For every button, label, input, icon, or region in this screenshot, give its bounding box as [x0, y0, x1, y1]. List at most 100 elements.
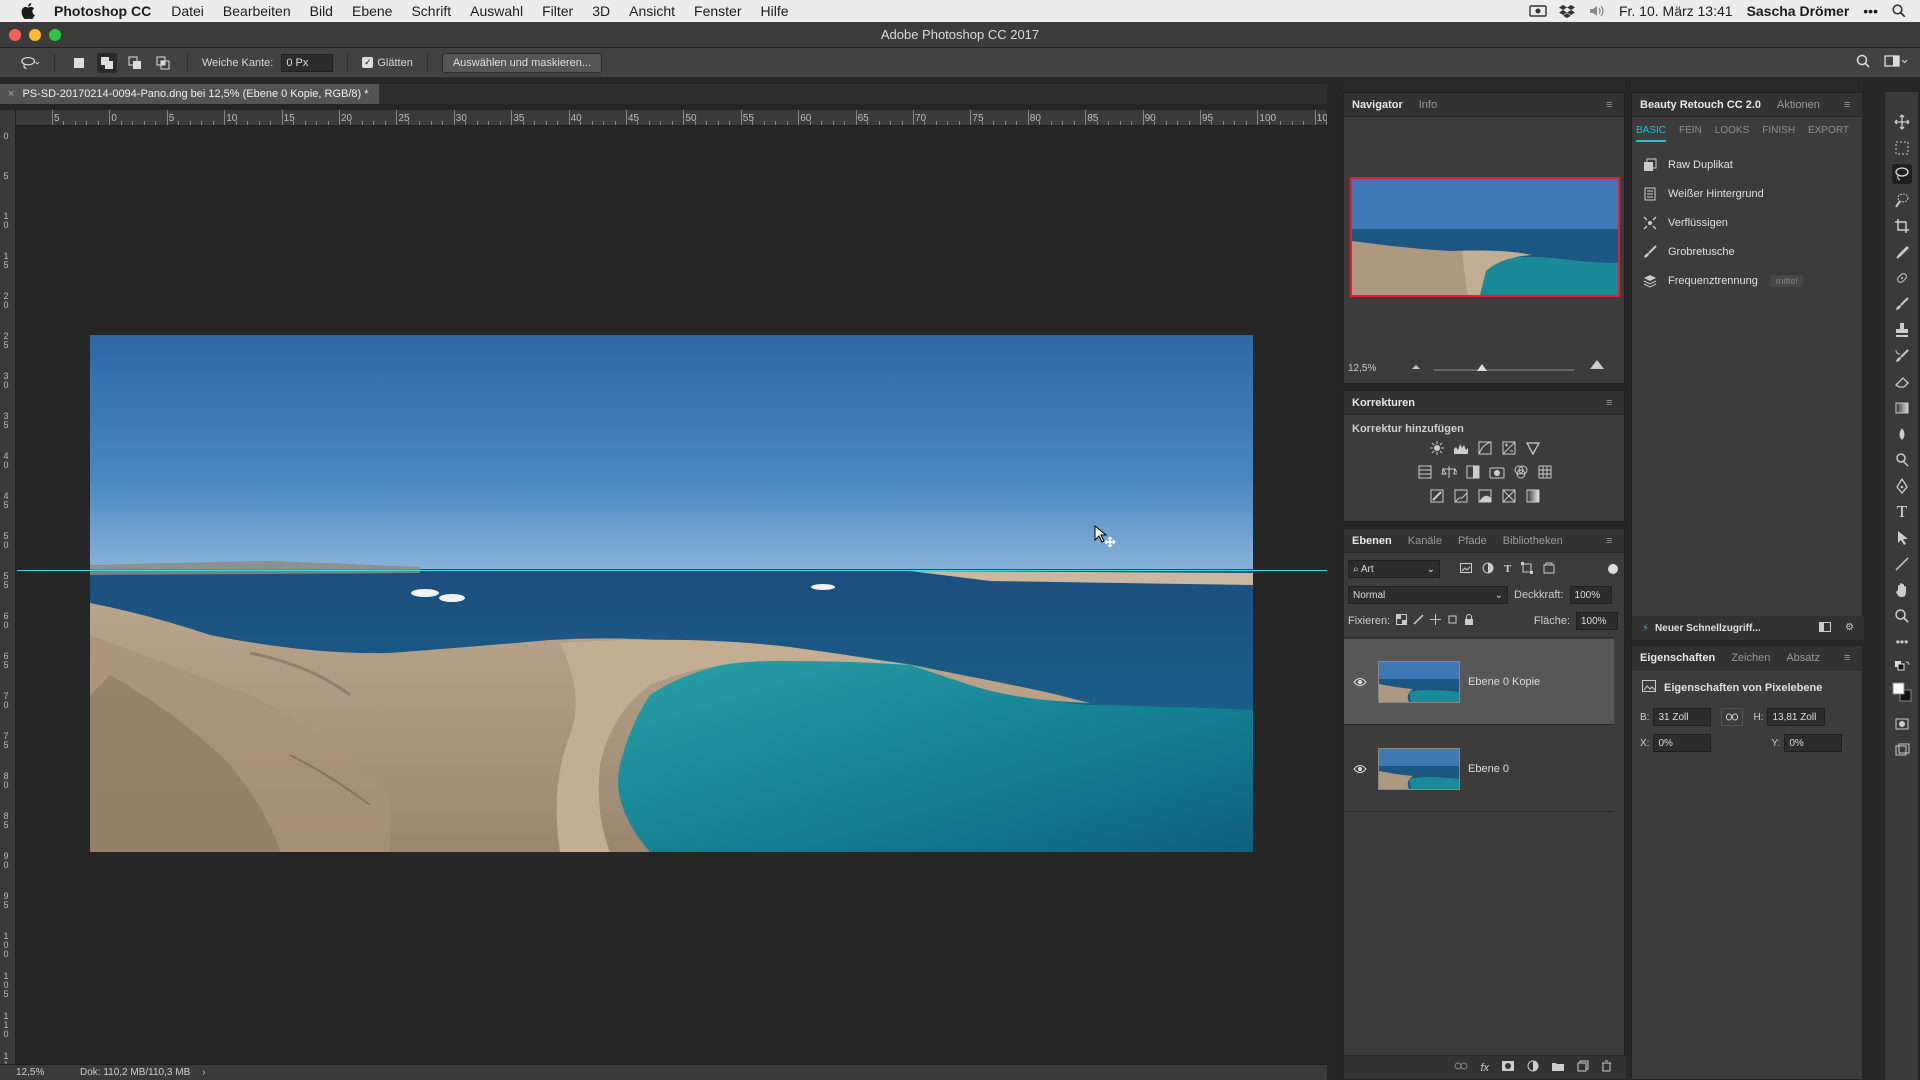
layer-name[interactable]: Ebene 0 [1468, 763, 1509, 775]
menu-ebene[interactable]: Ebene [352, 3, 392, 19]
user-name[interactable]: Sascha Drömer [1747, 3, 1850, 19]
close-tab-icon[interactable]: × [8, 84, 14, 104]
tab-eigenschaften[interactable]: Eigenschaften [1640, 652, 1715, 664]
spotlight-search-icon[interactable] [1892, 4, 1908, 18]
tab-info[interactable]: Info [1419, 99, 1437, 111]
panel-menu-icon[interactable]: ≡ [1606, 535, 1616, 547]
y-input[interactable]: 0% [1784, 734, 1843, 752]
close-window-button[interactable] [9, 29, 21, 41]
zoom-slider-knob[interactable] [1477, 364, 1487, 371]
settings-gear-icon[interactable]: ⚙ [1845, 622, 1854, 635]
lasso-tool-preset-icon[interactable] [20, 53, 40, 73]
zoom-tool-icon[interactable] [1892, 606, 1912, 626]
invert-icon[interactable] [1428, 487, 1446, 505]
action-weisser-hintergrund[interactable]: Weißer Hintergrund [1632, 179, 1862, 208]
menu-schrift[interactable]: Schrift [411, 3, 451, 19]
curves-icon[interactable] [1476, 439, 1494, 457]
dodge-tool-icon[interactable] [1892, 450, 1912, 470]
zoom-out-icon[interactable] [1410, 361, 1422, 374]
exposure-icon[interactable] [1500, 439, 1518, 457]
lasso-tool-icon[interactable] [1892, 164, 1912, 184]
fill-input[interactable]: 100% [1576, 612, 1618, 630]
brightness-contrast-icon[interactable] [1428, 439, 1446, 457]
tab-pfade[interactable]: Pfade [1458, 535, 1487, 547]
subtab-looks[interactable]: LOOKS [1715, 125, 1749, 142]
tab-aktionen[interactable]: Aktionen [1777, 99, 1820, 111]
link-dimensions-icon[interactable] [1721, 708, 1744, 726]
layer-row-ebene-0[interactable]: Ebene 0 [1344, 726, 1614, 812]
action-frequenztrennung[interactable]: Frequenztrennung mittel [1632, 266, 1862, 295]
clock-text[interactable]: Fr. 10. März 13:41 [1619, 3, 1733, 19]
delete-layer-trash-icon[interactable] [1601, 1060, 1612, 1075]
hand-tool-icon[interactable] [1892, 580, 1912, 600]
screen-record-icon[interactable] [1529, 4, 1547, 18]
antialias-checkbox[interactable]: ✓ Glätten [362, 57, 413, 69]
select-and-mask-button[interactable]: Auswählen und maskieren... [441, 52, 602, 73]
link-layers-icon[interactable] [1454, 1061, 1468, 1074]
new-group-folder-icon[interactable] [1551, 1061, 1565, 1075]
panel-menu-icon[interactable]: ≡ [1606, 397, 1616, 409]
status-zoom[interactable]: 12,5% [0, 1067, 62, 1078]
tab-absatz[interactable]: Absatz [1786, 652, 1820, 664]
document-tab[interactable]: × PS-SD-20170214-0094-Pano.dng bei 12,5%… [0, 84, 379, 104]
add-mask-icon[interactable] [1501, 1060, 1515, 1075]
navigator-zoom-value[interactable]: 12,5% [1348, 363, 1376, 374]
collapse-panel-icon[interactable] [1819, 621, 1832, 635]
menu-3d[interactable]: 3D [592, 3, 610, 19]
panorama-image[interactable] [90, 335, 1253, 852]
tab-zeichen[interactable]: Zeichen [1731, 652, 1770, 664]
tab-beauty-retouch[interactable]: Beauty Retouch CC 2.0 [1640, 99, 1761, 111]
subtab-basic[interactable]: BASIC [1636, 125, 1667, 142]
filter-type-icon[interactable]: T [1504, 563, 1511, 575]
subtract-from-selection-icon[interactable] [125, 53, 145, 73]
move-tool-icon[interactable] [1892, 112, 1912, 132]
filter-pixel-icon[interactable] [1460, 562, 1472, 576]
menu-ansicht[interactable]: Ansicht [629, 3, 675, 19]
panel-menu-icon[interactable]: ≡ [1844, 652, 1854, 664]
screen-mode-icon[interactable] [1892, 740, 1912, 760]
tab-navigator[interactable]: Navigator [1352, 99, 1403, 111]
brush-tool-icon[interactable] [1892, 294, 1912, 314]
type-tool-icon[interactable]: T [1892, 502, 1912, 522]
menu-auswahl[interactable]: Auswahl [470, 3, 523, 19]
height-input[interactable]: 13,81 Zoll [1767, 708, 1826, 726]
new-layer-icon[interactable] [1577, 1060, 1589, 1075]
feather-input[interactable] [281, 53, 334, 72]
vibrance-icon[interactable] [1524, 439, 1542, 457]
menu-hilfe[interactable]: Hilfe [761, 3, 789, 19]
eraser-tool-icon[interactable] [1892, 372, 1912, 392]
layer-style-fx-icon[interactable]: fx [1480, 1062, 1489, 1074]
hue-saturation-icon[interactable] [1416, 463, 1434, 481]
quick-access-bar[interactable]: ⚡ Neuer Schnellzugriff... ⚙ [1632, 616, 1864, 640]
marquee-tool-icon[interactable] [1892, 138, 1912, 158]
menu-bild[interactable]: Bild [310, 3, 333, 19]
more-tools-icon[interactable]: ••• [1892, 632, 1912, 652]
lock-transparent-icon[interactable] [1396, 614, 1408, 628]
pen-tool-icon[interactable] [1892, 476, 1912, 496]
action-raw-duplikat[interactable]: Raw Duplikat [1632, 150, 1862, 179]
intersect-selection-icon[interactable] [153, 53, 173, 73]
action-grobretusche[interactable]: Grobretusche [1632, 237, 1862, 266]
x-input[interactable]: 0% [1653, 734, 1712, 752]
panel-menu-icon[interactable]: ≡ [1844, 99, 1854, 111]
search-icon[interactable] [1856, 54, 1870, 71]
menu-app-name[interactable]: Photoshop CC [54, 3, 151, 19]
panel-menu-icon[interactable]: ≡ [1606, 99, 1616, 111]
photo-filter-icon[interactable] [1488, 463, 1506, 481]
healing-brush-tool-icon[interactable] [1892, 268, 1912, 288]
posterize-icon[interactable] [1452, 487, 1470, 505]
filter-adjustment-icon[interactable] [1482, 562, 1494, 577]
vertical-ruler[interactable]: 0 5 10 15 20 25 30 35 40 45 50 55 60 65 70 75 80 85 90 95 10… [0, 110, 16, 1065]
gradient-map-icon[interactable] [1524, 487, 1542, 505]
clone-stamp-tool-icon[interactable] [1892, 320, 1912, 340]
visibility-eye-icon[interactable] [1344, 677, 1376, 687]
navigator-thumbnail[interactable] [1350, 177, 1620, 297]
lock-position-icon[interactable] [1430, 614, 1442, 628]
status-arrow-icon[interactable]: › [202, 1067, 205, 1078]
zoom-window-button[interactable] [49, 29, 61, 41]
adjustments-title[interactable]: Korrekturen [1352, 397, 1415, 409]
new-selection-icon[interactable] [69, 53, 89, 73]
width-input[interactable]: 31 Zoll [1653, 708, 1712, 726]
threshold-icon[interactable] [1476, 487, 1494, 505]
channel-mixer-icon[interactable] [1512, 463, 1530, 481]
